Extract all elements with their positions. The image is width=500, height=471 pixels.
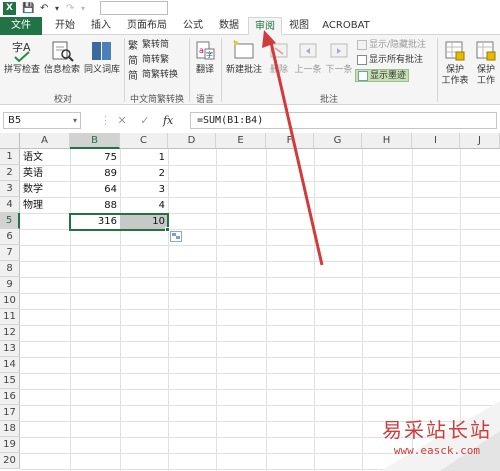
- watermark-text: 易采站长站: [382, 418, 492, 442]
- watermark-url: www.easck.com: [393, 444, 480, 457]
